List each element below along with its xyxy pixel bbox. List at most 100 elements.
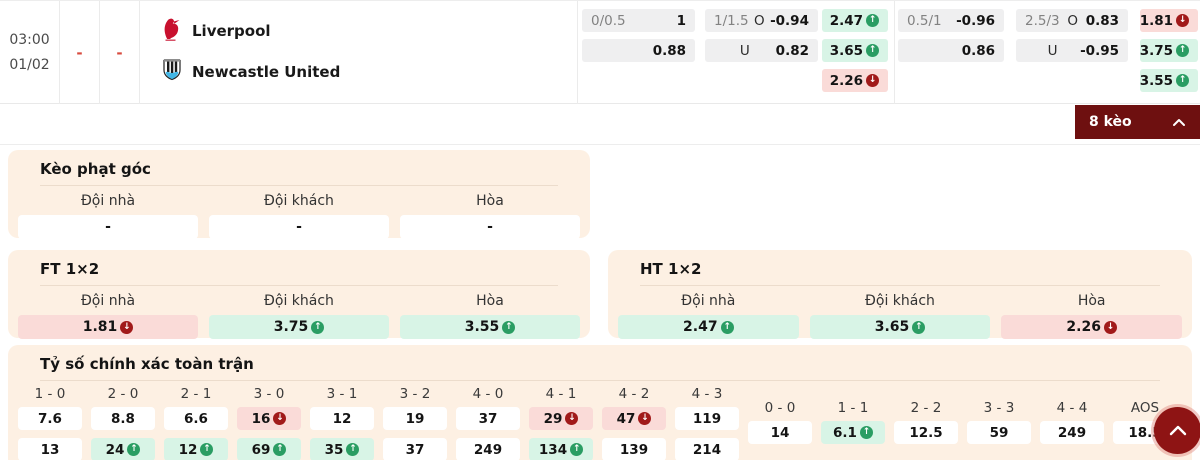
away-team-name: Newcastle United [192,62,341,81]
match-time-cell: 03:00 01/02 [0,1,60,104]
ft-odds-cell[interactable]: 3.75 ↑ [209,315,389,339]
score-label: 4 - 4 [1056,400,1088,416]
score-odds-cell[interactable]: 214 [675,438,739,460]
corner-odds-cell[interactable]: - [209,215,389,239]
ft-card-title: FT 1×2 [40,260,558,286]
odds-value: 0.88 [652,42,686,59]
score-label: 3 - 1 [326,386,358,402]
score-odds-cell[interactable]: 16 ↓ [237,407,301,430]
score-column: 3 - 1 12 35 ↑ [310,386,374,460]
score-label: 4 - 0 [472,386,504,402]
odds-value: 6.1 [833,424,857,441]
odds-cell-handicap[interactable]: 0.88 [582,39,695,62]
score-label: 3 - 3 [983,400,1015,416]
score-odds-cell[interactable]: 14 [748,421,812,444]
home-team-row[interactable]: Liverpool [162,14,577,47]
score-odds-cell[interactable]: 37 [383,438,447,460]
score-odds-cell[interactable]: 7.6 [18,407,82,430]
score-odds-cell[interactable]: 119 [675,407,739,430]
odds-cell-1x2[interactable]: 3.55 ↑ [1140,69,1198,92]
ft-odds-cell[interactable]: 1.81 ↓ [18,315,198,339]
score-odds-cell[interactable]: 13 [18,438,82,460]
trend-up-icon: ↑ [859,426,873,439]
score-label: 3 - 0 [253,386,285,402]
score-odds-cell[interactable]: 24 ↑ [91,438,155,460]
ft-column: Đội nhà 1.81 ↓ [18,291,198,339]
column-header: Đội nhà [681,293,736,309]
teams-column: Liverpool Newcastle United [140,1,577,104]
score-odds-cell[interactable]: 12 ↑ [164,438,228,460]
ht-odds-cell[interactable]: 2.26 ↓ [1001,315,1182,339]
score-odds-cell[interactable]: 35 ↑ [310,438,374,460]
trend-down-icon: ↓ [120,320,134,334]
ht-odds-cell[interactable]: 3.65 ↑ [809,315,991,339]
odds-value: - [487,219,493,235]
trend-down-icon: ↓ [273,412,287,425]
odds-cell-1x2[interactable]: 1.81 ↓ [1140,9,1198,32]
odds-value: 37 [478,410,498,427]
score-label: 2 - 1 [180,386,212,402]
odds-value: 2.47 [683,319,718,335]
odds-cell-1x2[interactable]: 3.65 ↑ [822,39,888,62]
odds-value: 2.26 [829,72,863,89]
odds-cell-handicap[interactable]: 0.5/1 -0.96 [898,9,1004,32]
chevron-up-icon [1173,118,1185,126]
score-label: 1 - 1 [837,400,869,416]
score-odds-cell[interactable]: 59 [967,421,1031,444]
corner-odds-cell[interactable]: - [18,215,198,239]
odds-cell-over_under[interactable]: U -0.95 [1016,39,1128,62]
ft-odds-cell[interactable]: 3.55 ↑ [400,315,580,339]
score-odds-cell[interactable]: 47 ↓ [602,407,666,430]
odds-cell-over_under[interactable]: 1/1.5 O -0.94 [705,9,818,32]
score-odds-cell[interactable]: 6.1 ↑ [821,421,885,444]
score-odds-cell[interactable]: 69 ↑ [237,438,301,460]
divider [894,1,895,104]
score-label: 0 - 0 [764,400,796,416]
score-odds-cell[interactable]: 134 ↑ [529,438,593,460]
score-odds-cell[interactable]: 249 [456,438,520,460]
corner-column: Đội nhà - [18,191,198,239]
odds-cell-over_under[interactable]: 2.5/3 O 0.83 [1016,9,1128,32]
odds-cell-handicap[interactable]: 0.86 [898,39,1004,62]
correct-score-grid: 1 - 0 7.6 13 2 - 0 8.8 24 ↑ 2 - 1 6.6 12 ↑ 3 - 0 16 ↓… [8,381,1192,460]
corner-odds-cell[interactable]: - [400,215,580,239]
divider [577,1,578,104]
score-odds-cell[interactable]: 8.8 [91,407,155,430]
score-column: 2 - 1 6.6 12 ↑ [164,386,228,460]
score-column: 4 - 1 29 ↓ 134 ↑ [529,386,593,460]
handicap-line-label: 1/1.5 [714,12,749,29]
score-odds-cell[interactable]: 29 ↓ [529,407,593,430]
score-odds-cell[interactable]: 249 [1040,421,1104,444]
odds-value: -0.94 [770,12,809,29]
score-odds-cell[interactable]: 139 [602,438,666,460]
keo-count-toggle[interactable]: 8 kèo [1075,105,1200,139]
home-team-name: Liverpool [192,21,271,40]
score-label: 1 - 0 [34,386,66,402]
odds-cell-handicap[interactable]: 0/0.5 1 [582,9,695,32]
odds-value: 1 [676,12,686,29]
score-odds-cell[interactable]: 6.6 [164,407,228,430]
odds-cell-1x2[interactable]: 2.26 ↓ [822,69,888,92]
ht-column: Hòa 2.26 ↓ [1001,291,1182,339]
odds-value: 16 [251,410,271,427]
ft-over-under-column: 1/1.5 O -0.94 U 0.82 [705,1,818,62]
score-odds-cell[interactable]: 12 [310,407,374,430]
column-header: Đội khách [865,293,935,309]
scroll-to-top-button[interactable] [1154,407,1200,454]
away-team-row[interactable]: Newcastle United [162,55,577,88]
divider [0,144,1200,145]
odds-value: 29 [543,410,563,427]
odds-cell-over_under[interactable]: U 0.82 [705,39,818,62]
ht-odds-cell[interactable]: 2.47 ↑ [618,315,799,339]
odds-cell-1x2[interactable]: 3.75 ↑ [1140,39,1198,62]
trend-up-icon: ↑ [127,443,141,456]
odds-value: 7.6 [38,410,62,427]
odds-value: 12.5 [909,424,943,441]
trend-up-icon: ↑ [311,320,325,334]
score-odds-cell[interactable]: 12.5 [894,421,958,444]
ft-1x2-card: FT 1×2 Đội nhà 1.81 ↓ Đội khách 3.75 ↑ Hòa 3.55… [8,250,590,339]
score-odds-cell[interactable]: 19 [383,407,447,430]
score-odds-cell[interactable]: 37 [456,407,520,430]
odds-cell-1x2[interactable]: 2.47 ↑ [822,9,888,32]
odds-value: 3.55 [464,319,500,335]
